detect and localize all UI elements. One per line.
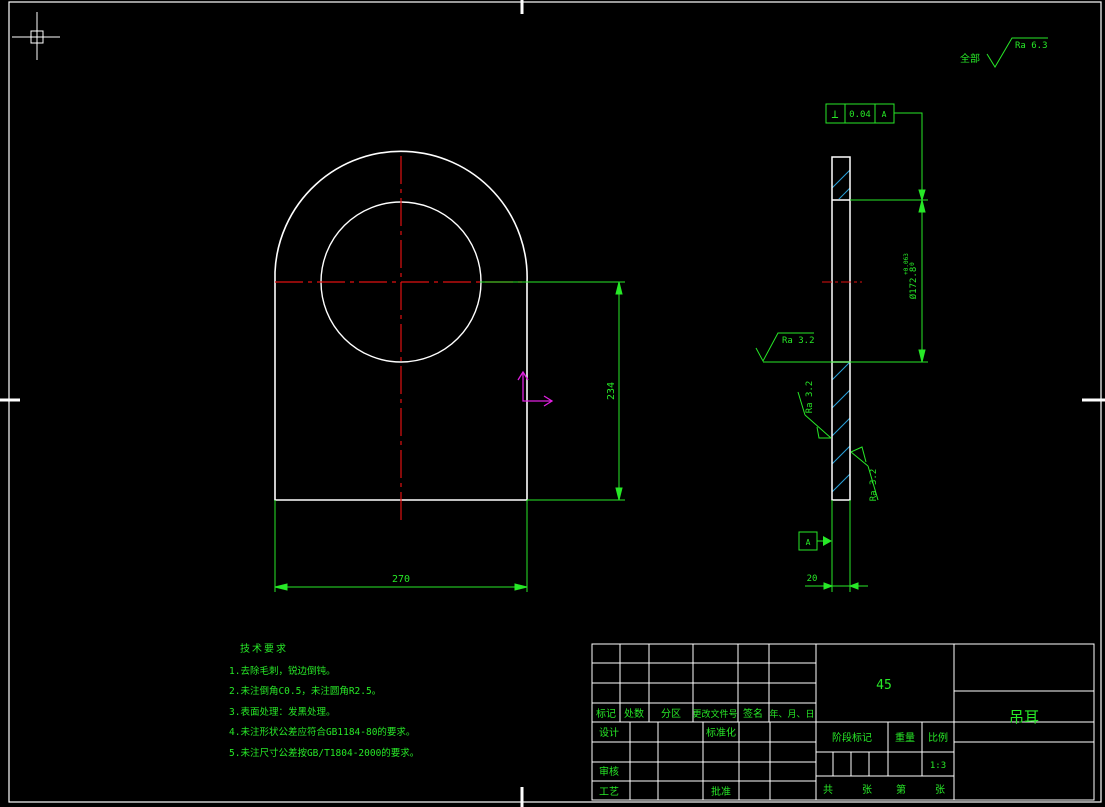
- rev-header: 分区: [661, 708, 681, 720]
- design-label: 设计: [599, 726, 619, 739]
- front-dim-lines: [274, 281, 625, 592]
- weight-label: 重量: [895, 731, 915, 744]
- stage-mark-label: 阶段标记: [832, 731, 872, 744]
- roughness-lower-right[interactable]: Ra 3.2: [850, 446, 879, 502]
- sheet-unit-label: 张: [862, 784, 872, 796]
- global-roughness-prefix: 全部: [960, 52, 980, 65]
- roughness-lower-left[interactable]: Ra 3.2: [797, 381, 832, 439]
- part-name[interactable]: 吊耳: [1009, 708, 1039, 726]
- roughness-left-value: Ra 3.2: [782, 336, 815, 346]
- material-value[interactable]: 45: [876, 678, 892, 693]
- crosshair-cursor: [12, 12, 60, 60]
- global-roughness[interactable]: 全部 Ra 6.3: [960, 37, 1048, 68]
- cad-drawing-canvas[interactable]: 270 234 Ø172.8 +0.063 0 ⊥ 0.04 A A 20 Ra…: [0, 0, 1105, 807]
- title-block[interactable]: 标记 处数 分区 更改文件号 签名 年、月、日 设计 标准化 审核 工艺 批准 …: [591, 643, 1095, 801]
- tech-req-item: 3.表面处理：发黑处理。: [229, 706, 335, 718]
- tech-requirements: 技术要求 1.去除毛刺，锐边倒钝。 2.未注倒角C0.5，未注圆角R2.5。 3…: [229, 642, 419, 759]
- roughness-left[interactable]: Ra 3.2: [755, 332, 815, 363]
- scale-value[interactable]: 1:3: [930, 761, 946, 771]
- roughness-lower-right-value: Ra 3.2: [869, 469, 879, 502]
- sheet-unit2-label: 张: [935, 784, 945, 796]
- datum-a-label: A: [806, 538, 811, 547]
- dim-width[interactable]: 270: [392, 574, 410, 585]
- tolerance-frame[interactable]: ⊥ 0.04 A: [825, 103, 926, 202]
- side-hatching: [832, 169, 850, 493]
- sheet-num-label: 第: [896, 783, 906, 796]
- dim-thickness[interactable]: 20: [807, 574, 818, 584]
- side-view[interactable]: Ø172.8 +0.063 0 ⊥ 0.04 A A 20 Ra 3.2 Ra …: [755, 103, 928, 592]
- rev-header: 更改文件号: [692, 708, 737, 720]
- tol-value: 0.04: [849, 110, 871, 120]
- tech-req-item: 5.未注尺寸公差按GB/T1804-2000的要求。: [229, 747, 419, 759]
- rev-header: 处数: [624, 707, 644, 720]
- sheet-total-label: 共: [823, 784, 833, 796]
- tech-req-item: 4.未注形状公差应符合GB1184-80的要求。: [229, 726, 415, 738]
- tech-req-item: 2.未注倒角C0.5，未注圆角R2.5。: [229, 685, 381, 697]
- rev-header: 标记: [596, 708, 616, 720]
- dim-bore-tol-lower: 0: [909, 262, 916, 266]
- centerlines: [275, 156, 527, 520]
- tol-symbol: ⊥: [831, 107, 838, 121]
- scale-label: 比例: [928, 731, 948, 744]
- rev-header: 签名: [743, 707, 763, 720]
- centering-marks: [0, 0, 1105, 807]
- tol-datum: A: [882, 110, 887, 119]
- datum-a-marker[interactable]: A: [798, 531, 832, 551]
- drawing-border: [8, 1, 1102, 803]
- global-roughness-value: Ra 6.3: [1015, 41, 1048, 51]
- approve-label: 批准: [711, 785, 731, 798]
- process-label: 工艺: [599, 786, 619, 798]
- dim-height[interactable]: 234: [606, 382, 617, 400]
- roughness-lower-left-value: Ra 3.2: [805, 381, 815, 414]
- ucs-icon: [517, 370, 554, 407]
- front-view[interactable]: 270 234: [274, 150, 625, 592]
- tech-req-item: 1.去除毛刺，锐边倒钝。: [229, 665, 335, 677]
- rev-header: 年、月、日: [769, 708, 814, 720]
- review-label: 审核: [599, 765, 619, 778]
- tech-req-title: 技术要求: [240, 642, 288, 655]
- standardize-label: 标准化: [706, 726, 736, 739]
